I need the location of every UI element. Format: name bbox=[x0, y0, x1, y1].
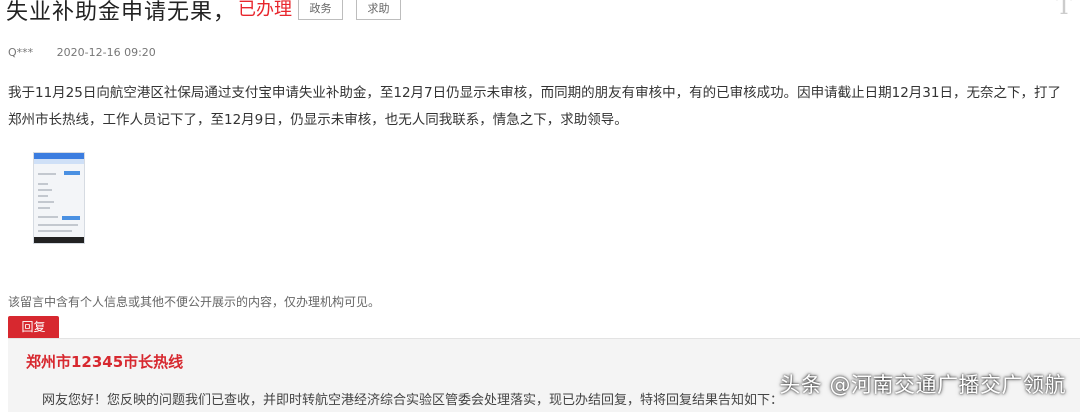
thumbnail-line bbox=[38, 195, 48, 197]
post-title: 失业补助金申请无果， bbox=[6, 0, 237, 25]
thumbnail-line bbox=[38, 230, 72, 232]
post-date: 2020-12-16 09:20 bbox=[56, 46, 156, 59]
watermark: 头条 @河南交通广播交广领航 bbox=[779, 373, 1066, 397]
thumbnail-button bbox=[64, 171, 80, 175]
thumbnail-line bbox=[38, 183, 48, 185]
font-size-icon[interactable]: T bbox=[1056, 0, 1072, 20]
author-name: Q*** bbox=[8, 46, 34, 59]
thumbnail-line bbox=[38, 207, 50, 209]
privacy-notice: 该留言中含有个人信息或其他不便公开展示的内容，仅办理机构可见。 bbox=[8, 295, 381, 309]
thumbnail-subheader-bar bbox=[34, 159, 84, 164]
tag-help[interactable]: 求助 bbox=[356, 0, 401, 20]
reply-tab[interactable]: 回复 bbox=[8, 316, 59, 338]
thumbnail-button bbox=[62, 216, 80, 220]
thumbnail-line bbox=[38, 173, 56, 175]
reply-organization: 郑州市12345市长热线 bbox=[26, 353, 184, 371]
thumbnail-line bbox=[38, 201, 54, 203]
thumbnail-line bbox=[38, 216, 58, 218]
thumbnail-navbar bbox=[34, 237, 84, 243]
thumbnail-line bbox=[38, 189, 52, 191]
reply-text: 网友您好！您反映的问题我们已查收，并即时转航空港经济综合实验区管委会处理落实，现… bbox=[42, 393, 784, 408]
attachment-thumbnail[interactable] bbox=[33, 152, 85, 244]
tag-government[interactable]: 政务 bbox=[298, 0, 343, 20]
post-body: 我于11月25日向航空港区社保局通过支付宝申请失业补助金，至12月7日仍显示未审… bbox=[8, 85, 1061, 128]
status-label: 已办理 bbox=[238, 0, 292, 20]
post-header: 失业补助金申请无果， 已办理 政务 求助 T bbox=[0, 0, 1080, 26]
thumbnail-line bbox=[38, 224, 78, 226]
post-meta: Q*** 2020-12-16 09:20 bbox=[8, 46, 156, 59]
